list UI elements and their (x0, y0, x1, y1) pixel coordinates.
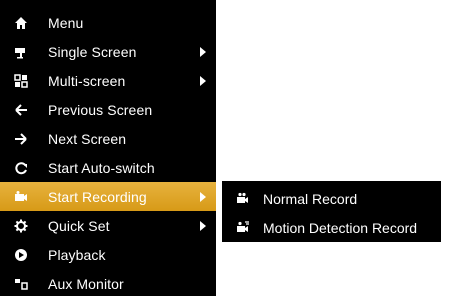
arrow-right-icon (14, 132, 28, 146)
menu-item-label: Next Screen (48, 130, 127, 147)
menu-item-multi-screen[interactable]: Multi-screen (0, 66, 216, 95)
menu-item-label: Multi-screen (48, 72, 126, 89)
arrow-left-icon (14, 103, 28, 117)
submenu-item-label: Motion Detection Record (263, 219, 418, 236)
submenu-item-normal-record[interactable]: Normal Record (222, 184, 441, 213)
submenu-arrow-icon (200, 191, 206, 202)
refresh-icon (14, 161, 28, 175)
menu-item-label: Aux Monitor (48, 275, 124, 292)
menu-item-next-screen[interactable]: Next Screen (0, 124, 216, 153)
menu-item-playback[interactable]: Playback (0, 240, 216, 269)
grid-icon (14, 73, 28, 88)
gear-icon (14, 219, 28, 233)
menu-item-start-recording[interactable]: Start Recording (0, 182, 216, 211)
submenu-item-motion-detection-record[interactable]: Motion Detection Record (222, 213, 441, 242)
recording-submenu: Normal Record Motion Detection Record (222, 181, 441, 242)
submenu-arrow-icon (200, 75, 206, 86)
home-icon (14, 16, 28, 30)
menu-item-single-screen[interactable]: Single Screen (0, 37, 216, 66)
submenu-item-label: Normal Record (263, 190, 358, 207)
menu-item-label: Menu (48, 14, 84, 31)
playback-icon (14, 248, 28, 262)
menu-item-label: Start Auto-switch (48, 159, 155, 176)
menu-item-start-auto-switch[interactable]: Start Auto-switch (0, 153, 216, 182)
context-menu: Menu Single Screen Multi-screen Previous… (0, 0, 216, 296)
menu-item-label: Start Recording (48, 188, 147, 205)
menu-item-label: Single Screen (48, 43, 137, 60)
motion-record-icon (236, 220, 250, 235)
menu-item-previous-screen[interactable]: Previous Screen (0, 95, 216, 124)
menu-item-aux-monitor[interactable]: Aux Monitor (0, 269, 216, 298)
monitor-icon (14, 277, 28, 291)
menu-item-quick-set[interactable]: Quick Set (0, 211, 216, 240)
menu-item-menu[interactable]: Menu (0, 8, 216, 37)
submenu-arrow-icon (200, 46, 206, 57)
submenu-arrow-icon (200, 220, 206, 231)
normal-record-icon (236, 192, 250, 206)
camera-icon (14, 45, 28, 59)
record-icon (14, 190, 28, 204)
menu-item-label: Previous Screen (48, 101, 153, 118)
menu-item-label: Quick Set (48, 217, 110, 234)
menu-item-label: Playback (48, 246, 106, 263)
